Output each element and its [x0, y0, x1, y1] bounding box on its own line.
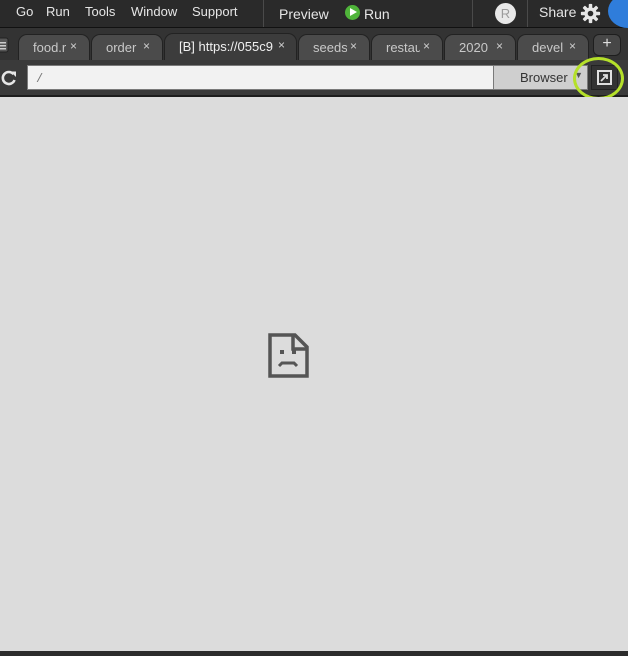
close-icon[interactable]: × [143, 39, 150, 53]
play-icon[interactable] [345, 5, 360, 20]
editor-tab-bar: food.r × order × [B] https://055c9 × see… [0, 28, 628, 60]
tab-label: [B] https://055c9 [179, 39, 273, 54]
close-icon[interactable]: × [423, 39, 430, 53]
tab-seeds[interactable]: seeds × [298, 34, 370, 60]
menu-divider [472, 0, 473, 27]
tab-label: order [106, 40, 137, 55]
tab-label: seeds [313, 40, 347, 55]
accent-corner [608, 0, 628, 28]
tab-label: 2020 [459, 40, 488, 55]
menu-go[interactable]: Go [16, 4, 33, 19]
menu-window[interactable]: Window [131, 4, 177, 19]
chevron-down-icon: ▼ [574, 70, 583, 80]
tab-order[interactable]: order × [91, 34, 163, 60]
tab-label: food.r [33, 40, 67, 55]
close-icon[interactable]: × [70, 39, 77, 53]
tab-label: restau [386, 40, 420, 55]
top-menu-bar: Go Run Tools Window Support Preview Run … [0, 0, 628, 28]
gear-icon[interactable] [580, 3, 601, 24]
tab-browser-preview[interactable]: [B] https://055c9 × [164, 33, 297, 60]
browser-preview-pane [0, 97, 628, 651]
menu-run[interactable]: Run [46, 4, 70, 19]
menu-divider [263, 0, 264, 27]
tab-label: devel [532, 40, 564, 55]
close-icon[interactable]: × [496, 39, 503, 53]
close-icon[interactable]: × [350, 39, 357, 53]
tab-restau[interactable]: restau × [371, 34, 443, 60]
menu-tools[interactable]: Tools [85, 4, 115, 19]
tab-food[interactable]: food.r × [18, 34, 90, 60]
tab-list-icon[interactable] [0, 36, 10, 54]
close-icon[interactable]: × [569, 39, 576, 53]
preview-button[interactable]: Preview [279, 6, 329, 22]
menu-support[interactable]: Support [192, 4, 238, 19]
tab-devel[interactable]: devel × [517, 34, 589, 60]
new-tab-button[interactable]: + [593, 34, 621, 56]
browser-address-bar: Browser ▼ [0, 60, 628, 97]
close-icon[interactable]: × [278, 38, 285, 52]
url-input[interactable] [27, 65, 494, 90]
browser-mode-select[interactable]: Browser ▼ [493, 65, 588, 90]
browser-mode-label: Browser [520, 70, 568, 85]
tab-2020[interactable]: 2020 × [444, 34, 516, 60]
popout-icon [597, 70, 612, 85]
menu-divider [527, 0, 528, 27]
sad-page-icon [268, 333, 309, 378]
share-button[interactable]: Share [539, 4, 576, 20]
bottom-edge [0, 651, 628, 656]
popout-browser-button[interactable] [591, 65, 618, 90]
user-avatar[interactable]: R [495, 3, 516, 24]
run-button[interactable]: Run [364, 6, 390, 22]
reload-icon[interactable] [0, 69, 18, 87]
